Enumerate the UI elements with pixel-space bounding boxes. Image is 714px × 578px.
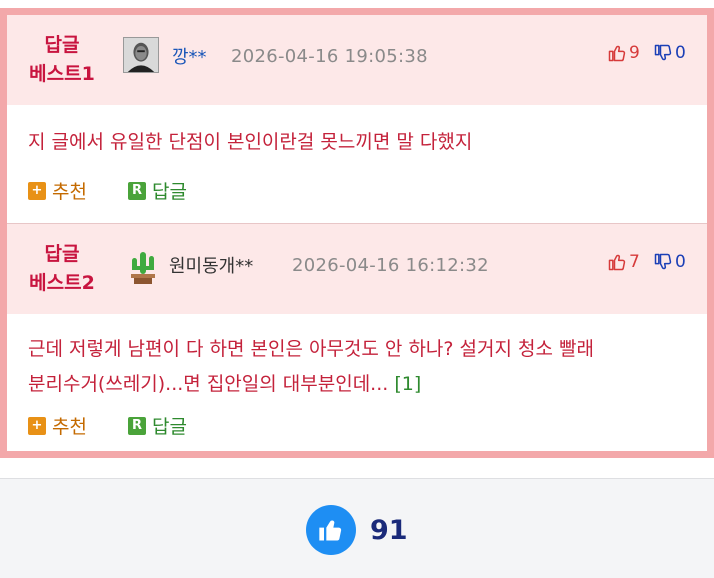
- comment-text-line: 근데 저렇게 남편이 다 하면 본인은 아무것도 안 하나? 설거지 청소 빨래: [28, 338, 594, 360]
- portrait-avatar-icon: [124, 38, 158, 72]
- plus-icon: +: [28, 416, 46, 435]
- like-footer: 91: [0, 478, 714, 578]
- best-comment-1: 답글 베스트1 깡** 2026-04-16 19:05:38 9 0 지 글에…: [7, 15, 707, 223]
- nickname[interactable]: 원미동개**: [169, 252, 253, 278]
- vote-area: 7 0: [607, 252, 697, 276]
- comment-text-line-2: 분리수거(쓰레기)...면 집안일의 대부분인데... [1]: [28, 367, 698, 402]
- reply-r-icon: R: [128, 181, 146, 200]
- cactus-avatar-icon: [131, 252, 155, 284]
- upvote-button[interactable]: 9: [607, 43, 640, 63]
- vote-area: 9 0: [607, 43, 697, 67]
- comment-text-line: 지 글에서 유일한 단점이 본인이란걸 못느끼면 말 다했지: [28, 131, 473, 153]
- thumbs-up-icon: [608, 45, 626, 62]
- downvote-count: 0: [675, 252, 686, 272]
- badge-line-2: 베스트1: [29, 63, 95, 85]
- upvote-count: 7: [629, 252, 640, 272]
- comment-actions: + 추천 R 답글: [28, 412, 228, 438]
- reply-r-icon: R: [128, 416, 146, 435]
- best-comments-box: 답글 베스트1 깡** 2026-04-16 19:05:38 9 0 지 글에…: [0, 8, 714, 458]
- nickname[interactable]: 깡**: [172, 43, 207, 69]
- recommend-label: 추천: [52, 181, 87, 203]
- badge-line-1: 답글: [44, 243, 80, 265]
- thumbs-up-icon: [319, 520, 342, 541]
- reply-reference-link[interactable]: [1]: [394, 373, 421, 395]
- comment-date: 2026-04-16 19:05:38: [231, 46, 428, 67]
- reply-label: 답글: [152, 181, 187, 203]
- reply-button[interactable]: R 답글: [128, 177, 187, 204]
- comment-date: 2026-04-16 16:12:32: [292, 255, 489, 276]
- badge-line-1: 답글: [44, 34, 80, 56]
- avatar[interactable]: [123, 37, 159, 73]
- comment-text: 근데 저렇게 남편이 다 하면 본인은 아무것도 안 하나? 설거지 청소 빨래…: [28, 332, 698, 402]
- best-badge: 답글 베스트1: [17, 31, 107, 89]
- downvote-button[interactable]: 0: [653, 43, 686, 63]
- like-count: 91: [370, 514, 408, 546]
- recommend-button[interactable]: + 추천: [28, 177, 87, 204]
- best-comment-2: 답글 베스트2 원미동개** 2026-04-16 16:12:32 7 0 근…: [7, 223, 707, 451]
- recommend-label: 추천: [52, 416, 87, 438]
- upvote-count: 9: [629, 43, 640, 63]
- like-button[interactable]: 91: [306, 505, 408, 555]
- thumbs-up-icon: [608, 254, 626, 271]
- reply-button[interactable]: R 답글: [128, 412, 187, 439]
- comment-actions: + 추천 R 답글: [28, 177, 228, 203]
- downvote-count: 0: [675, 43, 686, 63]
- upvote-button[interactable]: 7: [607, 252, 640, 272]
- thumbs-down-icon: [654, 253, 672, 270]
- like-circle[interactable]: [306, 505, 356, 555]
- plus-icon: +: [28, 181, 46, 200]
- reply-label: 답글: [152, 416, 187, 438]
- best-badge: 답글 베스트2: [17, 240, 107, 298]
- thumbs-down-icon: [654, 44, 672, 61]
- comment-text-continued: 분리수거(쓰레기)...면 집안일의 대부분인데...: [28, 373, 389, 395]
- comment-text: 지 글에서 유일한 단점이 본인이란걸 못느끼면 말 다했지: [28, 125, 698, 160]
- comment-header: 답글 베스트2 원미동개** 2026-04-16 16:12:32 7 0: [7, 224, 707, 314]
- avatar[interactable]: [123, 246, 163, 286]
- recommend-button[interactable]: + 추천: [28, 412, 87, 439]
- comment-header: 답글 베스트1 깡** 2026-04-16 19:05:38 9 0: [7, 15, 707, 105]
- badge-line-2: 베스트2: [29, 272, 95, 294]
- downvote-button[interactable]: 0: [653, 252, 686, 272]
